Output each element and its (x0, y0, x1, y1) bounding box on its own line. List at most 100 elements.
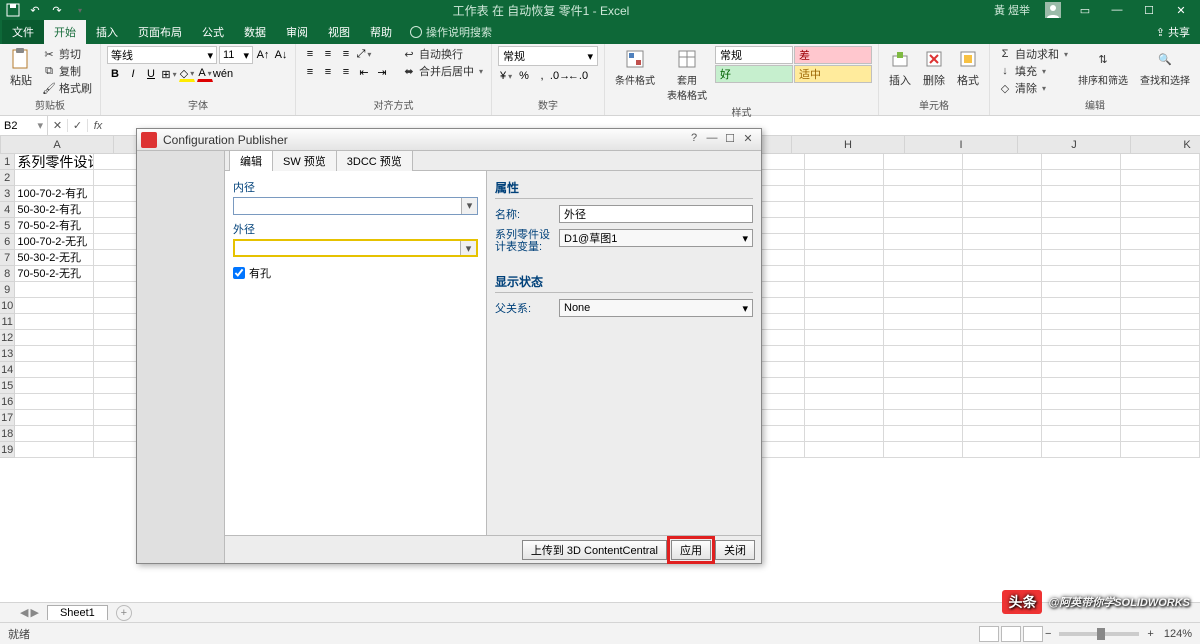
cell[interactable] (15, 170, 94, 186)
row-header[interactable]: 9 (0, 282, 15, 298)
user-avatar-icon[interactable] (1038, 1, 1068, 19)
cell[interactable] (15, 378, 94, 394)
cell[interactable] (15, 394, 94, 410)
cell[interactable] (15, 314, 94, 330)
cell[interactable] (805, 282, 884, 298)
row-header[interactable]: 18 (0, 426, 15, 442)
cell[interactable]: 70-50-2-有孔 (15, 218, 94, 234)
tab-3dcc-preview[interactable]: 3DCC 预览 (336, 150, 413, 171)
tell-me-search[interactable]: 操作说明搜索 (410, 24, 492, 40)
cell[interactable] (1121, 250, 1200, 266)
tab-data[interactable]: 数据 (234, 20, 276, 44)
cell[interactable] (963, 362, 1042, 378)
cell[interactable] (1121, 394, 1200, 410)
cell[interactable] (15, 330, 94, 346)
decrease-font-icon[interactable]: A↓ (273, 47, 289, 63)
zoom-out-icon[interactable]: − (1045, 628, 1051, 640)
cell[interactable] (1042, 410, 1121, 426)
cell[interactable] (805, 410, 884, 426)
cell[interactable] (963, 250, 1042, 266)
cell[interactable] (963, 154, 1042, 170)
cell[interactable] (884, 202, 963, 218)
row-header[interactable]: 11 (0, 314, 15, 330)
cell[interactable] (1121, 346, 1200, 362)
border-button[interactable]: ⊞ (161, 66, 177, 82)
tab-home[interactable]: 开始 (44, 20, 86, 44)
autosum-button[interactable]: Σ自动求和 (996, 46, 1070, 62)
phonetic-button[interactable]: wén (215, 66, 231, 82)
row-header[interactable]: 3 (0, 186, 15, 202)
cell[interactable] (1121, 314, 1200, 330)
cell[interactable] (963, 234, 1042, 250)
cell[interactable] (805, 202, 884, 218)
cell[interactable] (884, 234, 963, 250)
font-name-combo[interactable]: 等线▾ (107, 46, 217, 64)
cell[interactable] (963, 298, 1042, 314)
cell[interactable] (884, 218, 963, 234)
align-middle-icon[interactable]: ≡ (320, 46, 336, 62)
name-box[interactable]: B2▾ (0, 116, 48, 135)
tab-help[interactable]: 帮助 (360, 20, 402, 44)
zoom-in-icon[interactable]: + (1147, 628, 1153, 640)
cell[interactable]: 100-70-2-无孔 (15, 234, 94, 250)
cell[interactable] (963, 426, 1042, 442)
conditional-format-button[interactable]: 条件格式 (611, 46, 659, 89)
cell[interactable] (15, 298, 94, 314)
cell[interactable] (805, 330, 884, 346)
cell[interactable] (1121, 154, 1200, 170)
row-header[interactable]: 7 (0, 250, 15, 266)
tab-sw-preview[interactable]: SW 预览 (272, 150, 337, 171)
close-icon[interactable]: ✕ (1166, 1, 1196, 19)
minimize-icon[interactable]: — (1102, 1, 1132, 19)
upload-button[interactable]: 上传到 3D ContentCentral (522, 540, 667, 560)
delete-cells-button[interactable]: 删除 (919, 46, 949, 90)
cell[interactable] (805, 442, 884, 458)
cell[interactable] (1042, 394, 1121, 410)
cell[interactable] (1121, 266, 1200, 282)
cell[interactable] (1042, 298, 1121, 314)
cancel-formula-icon[interactable]: ✕ (48, 119, 68, 132)
cell[interactable] (884, 314, 963, 330)
enter-formula-icon[interactable]: ✓ (68, 119, 88, 132)
cell[interactable] (1121, 442, 1200, 458)
clear-button[interactable]: ◇清除 (996, 80, 1070, 96)
cell[interactable] (1042, 266, 1121, 282)
has-hole-checkbox[interactable]: 有孔 (233, 265, 478, 281)
fill-button[interactable]: ↓填充 (996, 63, 1070, 79)
cell[interactable] (1042, 282, 1121, 298)
cut-button[interactable]: ✂剪切 (40, 46, 94, 62)
save-icon[interactable] (4, 1, 22, 19)
inner-diameter-combo[interactable]: ▾ (233, 197, 478, 215)
cell[interactable] (1121, 170, 1200, 186)
align-top-icon[interactable]: ≡ (302, 46, 318, 62)
cell[interactable] (1121, 362, 1200, 378)
row-header[interactable]: 14 (0, 362, 15, 378)
cell[interactable] (1042, 218, 1121, 234)
cell[interactable] (1121, 426, 1200, 442)
cell[interactable] (963, 218, 1042, 234)
cell[interactable] (1042, 314, 1121, 330)
increase-decimal-icon[interactable]: .0→ (552, 68, 568, 84)
format-cells-button[interactable]: 格式 (953, 46, 983, 90)
tab-nav-prev-icon[interactable]: ◀ (20, 606, 28, 619)
column-header[interactable]: J (1018, 136, 1131, 153)
share-button[interactable]: ⇪ 共享 (1148, 24, 1198, 40)
cell[interactable] (1121, 410, 1200, 426)
sheet-tab-1[interactable]: Sheet1 (47, 605, 108, 620)
cell[interactable] (805, 154, 884, 170)
cell[interactable] (963, 330, 1042, 346)
maximize-icon[interactable]: ☐ (1134, 1, 1164, 19)
italic-button[interactable]: I (125, 66, 141, 82)
column-header[interactable]: I (905, 136, 1018, 153)
cell[interactable] (1042, 170, 1121, 186)
cell[interactable] (1042, 202, 1121, 218)
percent-icon[interactable]: % (516, 68, 532, 84)
align-right-icon[interactable]: ≡ (338, 64, 354, 80)
wrap-text-button[interactable]: ↩自动换行 (400, 46, 485, 62)
insert-cells-button[interactable]: 插入 (885, 46, 915, 90)
cell[interactable] (884, 442, 963, 458)
column-header[interactable]: H (792, 136, 905, 153)
cell[interactable] (805, 266, 884, 282)
cell[interactable] (884, 330, 963, 346)
row-header[interactable]: 1 (0, 154, 15, 170)
